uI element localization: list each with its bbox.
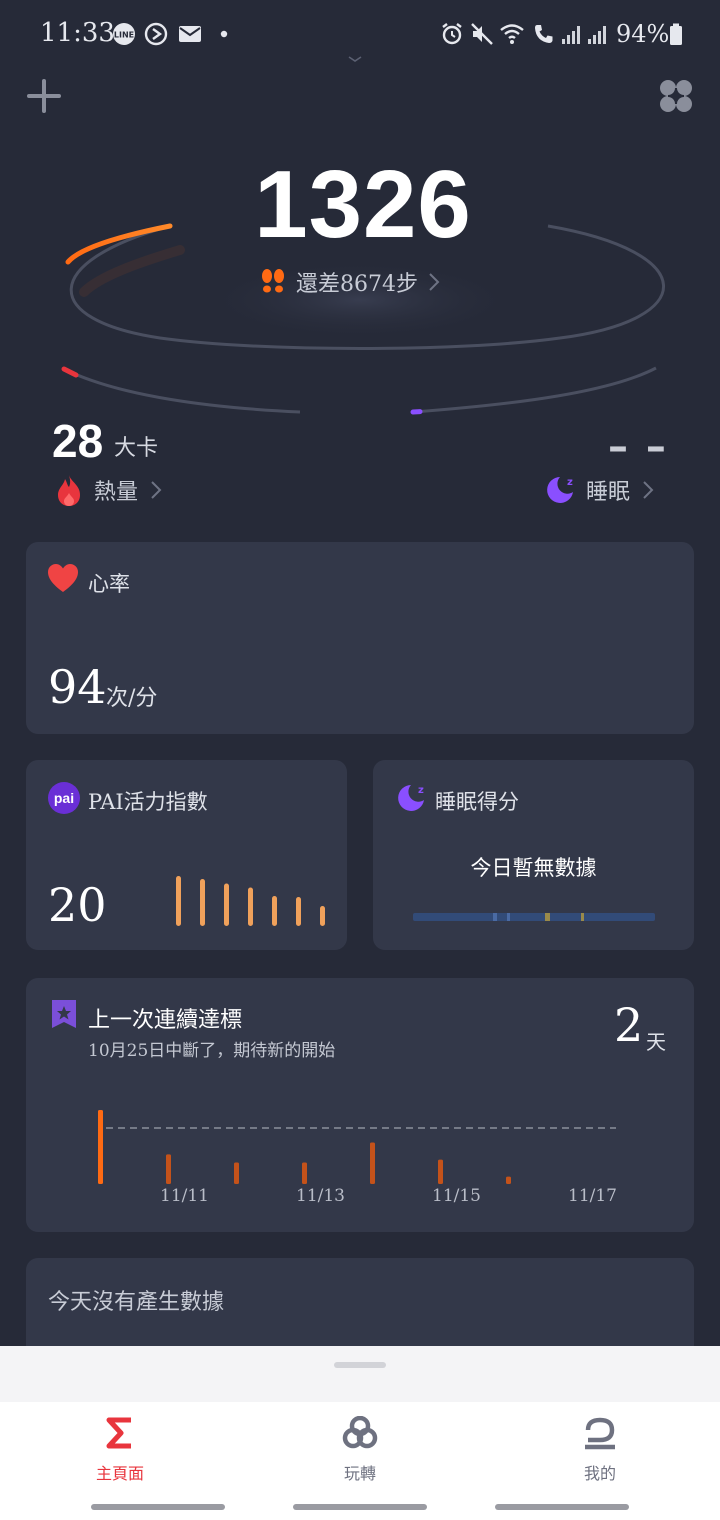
sheet-drag-handle[interactable] xyxy=(334,1362,386,1368)
footprints-icon xyxy=(262,269,284,293)
sleep-link[interactable]: z 睡眠 xyxy=(544,470,656,510)
bottom-navigation: 主頁面 玩轉 我的 xyxy=(0,1346,720,1520)
svg-text:z: z xyxy=(418,785,424,796)
x-label: 11/15 xyxy=(432,1186,481,1206)
alarm-icon xyxy=(442,23,462,45)
battery-icon xyxy=(670,23,682,45)
sleep-value: – – xyxy=(608,424,668,470)
calories-progress-arc xyxy=(61,366,79,378)
status-time: 11:33 xyxy=(40,18,115,48)
streak-bar xyxy=(234,1162,239,1184)
steps-remaining-text: 還差8674步 xyxy=(296,272,418,297)
signal-icon xyxy=(588,26,606,44)
sheet-header xyxy=(0,1346,720,1402)
calories-label: 熱量 xyxy=(94,480,139,505)
streak-bar xyxy=(438,1159,443,1184)
battery-percent: 94% xyxy=(616,20,670,48)
line-icon: LINE xyxy=(113,23,135,45)
sigma-icon xyxy=(106,1417,131,1449)
streak-bar xyxy=(370,1142,375,1184)
streak-bar-chart xyxy=(98,1110,616,1184)
x-label: 11/13 xyxy=(296,1186,345,1206)
svg-text:LINE: LINE xyxy=(114,31,134,40)
pai-weekly-bars xyxy=(176,876,325,926)
gesture-bar-home[interactable] xyxy=(293,1504,427,1510)
gesture-bar-recent[interactable] xyxy=(91,1504,225,1510)
pai-value: 20 xyxy=(48,878,107,932)
wifi-icon xyxy=(500,24,524,44)
heart-rate-waveform xyxy=(443,630,487,728)
pai-card[interactable]: pai PAI活力指數 20 xyxy=(26,760,347,950)
gesture-bar-back[interactable] xyxy=(495,1504,629,1510)
pai-badge-icon: pai xyxy=(48,782,80,814)
sleep-score-card[interactable]: z 睡眠得分 今日暫無數據 xyxy=(373,760,694,950)
flame-icon xyxy=(58,475,80,506)
calories-unit: 大卡 xyxy=(114,436,159,461)
today-message: 今天沒有產生數據 xyxy=(48,1290,225,1315)
heart-icon xyxy=(48,564,78,592)
x-label: 11/17 xyxy=(568,1186,617,1206)
nav-home-label: 主頁面 xyxy=(95,1464,144,1483)
sleep-label: 睡眠 xyxy=(586,480,631,505)
mute-icon xyxy=(471,23,493,45)
pai-bar xyxy=(296,897,301,926)
dot-icon xyxy=(220,30,228,38)
x-label: 11/11 xyxy=(160,1186,209,1206)
signal-icon xyxy=(562,26,580,44)
pull-down-chevron-icon[interactable] xyxy=(348,56,362,62)
heart-rate-card[interactable]: 心率 94 次/分 xyxy=(26,542,694,734)
heart-rate-value: 94 xyxy=(48,660,107,714)
moon-icon: z xyxy=(547,477,573,503)
chevron-right-icon xyxy=(643,481,654,499)
profile-icon xyxy=(585,1417,615,1450)
heart-rate-unit: 次/分 xyxy=(106,686,158,711)
nav-discover-label: 玩轉 xyxy=(343,1464,376,1483)
calories-value: 28 xyxy=(52,415,104,467)
streak-unit: 天 xyxy=(646,1030,666,1054)
pai-bar xyxy=(176,876,181,926)
streak-bar xyxy=(506,1176,511,1184)
step-count: 1326 xyxy=(254,151,472,258)
pai-bar xyxy=(224,883,229,926)
heart-rate-title: 心率 xyxy=(88,572,130,596)
sleep-score-title: 睡眠得分 xyxy=(435,790,519,814)
discover-icon xyxy=(342,1415,378,1449)
nav-home[interactable]: 主頁面 xyxy=(60,1416,180,1486)
call-icon xyxy=(535,25,553,43)
sleep-timeline-bar xyxy=(413,913,655,921)
nav-profile[interactable]: 我的 xyxy=(540,1416,660,1486)
play-icon xyxy=(144,22,168,46)
chevron-right-icon xyxy=(151,481,162,499)
widgets-grid-icon[interactable] xyxy=(658,78,694,114)
streak-bar xyxy=(302,1162,307,1184)
pai-bar xyxy=(320,906,325,926)
nav-discover[interactable]: 玩轉 xyxy=(300,1415,420,1486)
nav-profile-label: 我的 xyxy=(583,1464,616,1483)
badge-star-icon xyxy=(52,1000,76,1028)
pai-bar xyxy=(272,896,277,926)
svg-text:z: z xyxy=(567,477,573,488)
streak-title: 上一次連續達標 xyxy=(88,1008,243,1033)
streak-bar xyxy=(98,1110,103,1184)
streak-value: 2 xyxy=(614,998,644,1052)
pai-bar xyxy=(248,887,253,926)
streak-bar xyxy=(166,1154,171,1184)
mail-icon xyxy=(179,26,201,42)
add-button[interactable] xyxy=(26,78,62,114)
streak-card[interactable]: 上一次連續達標 10月25日中斷了，期待新的開始 2 天 11/11 11/13… xyxy=(26,978,694,1232)
pai-bar xyxy=(200,879,205,926)
sleep-score-message: 今日暫無數據 xyxy=(470,856,597,880)
chevron-right-icon xyxy=(429,273,440,291)
moon-icon: z xyxy=(398,785,424,811)
pai-title: PAI活力指數 xyxy=(88,790,208,814)
steps-remaining-link[interactable]: 還差8674步 xyxy=(258,264,442,300)
calories-link[interactable]: 熱量 xyxy=(54,470,164,510)
streak-subtitle: 10月25日中斷了，期待新的開始 xyxy=(88,1041,336,1061)
